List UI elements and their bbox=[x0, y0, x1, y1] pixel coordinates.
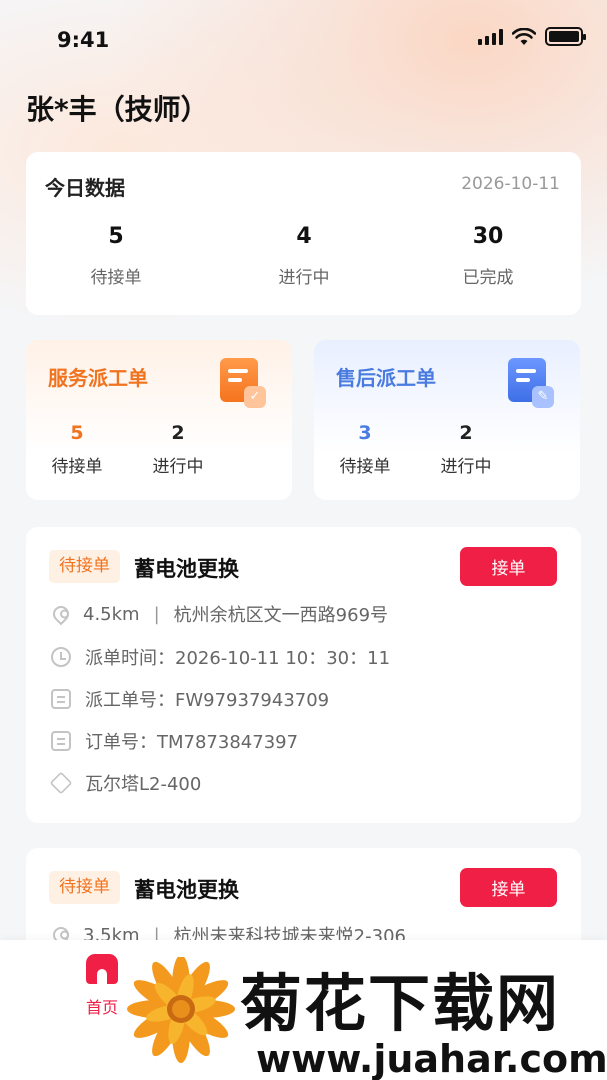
after-sales-dispatch-title: 售后派工单 bbox=[336, 366, 436, 390]
after-sales-in-progress[interactable]: 2 进行中 bbox=[421, 422, 511, 477]
status-bar: 9:41 bbox=[0, 0, 607, 80]
after-sales-pending-label: 待接单 bbox=[339, 457, 391, 477]
separator: | bbox=[153, 603, 160, 625]
stat-value: 4 bbox=[296, 224, 312, 249]
order-product-row: 瓦尔塔L2-400 bbox=[49, 770, 202, 796]
stat-value: 5 bbox=[108, 224, 124, 249]
watermark: 菊花下载网 www.juahar.com bbox=[120, 945, 607, 1080]
after-sales-in-progress-label: 进行中 bbox=[440, 457, 492, 477]
stat-value: 30 bbox=[472, 224, 504, 249]
order-dispatch-time: 派单时间：2026-10-11 10：30：11 bbox=[85, 648, 391, 669]
signal-icon bbox=[478, 28, 503, 45]
status-icons bbox=[478, 27, 586, 46]
wifi-icon bbox=[512, 27, 536, 45]
service-in-progress[interactable]: 2 进行中 bbox=[133, 422, 223, 477]
order-address: 杭州余杭区文一西路969号 bbox=[173, 605, 389, 626]
after-sales-pending-value: 3 bbox=[358, 422, 372, 444]
order-service-name: 蓄电池更换 bbox=[134, 557, 239, 581]
status-time: 9:41 bbox=[57, 28, 110, 52]
after-sales-pending[interactable]: 3 待接单 bbox=[320, 422, 410, 477]
package-icon bbox=[49, 771, 73, 795]
order-card[interactable]: 待接单 蓄电池更换 接单 4.5km | 杭州余杭区文一西路969号 派单时间：… bbox=[26, 527, 581, 823]
service-in-progress-value: 2 bbox=[171, 422, 185, 444]
order-service-name: 蓄电池更换 bbox=[134, 878, 239, 902]
stat-label: 已完成 bbox=[462, 268, 514, 288]
order-number-row: 订单号：TM7873847397 bbox=[51, 728, 298, 754]
watermark-url: www.juahar.com bbox=[256, 1037, 607, 1080]
order-time-row: 派单时间：2026-10-11 10：30：11 bbox=[51, 644, 390, 670]
stat-label: 待接单 bbox=[90, 268, 142, 288]
battery-icon bbox=[545, 27, 586, 46]
after-sales-order-icon: ✎ bbox=[508, 358, 554, 408]
today-date: 2026-10-11 bbox=[461, 174, 560, 194]
location-pin-icon bbox=[49, 602, 73, 626]
stat-in-progress[interactable]: 4 进行中 bbox=[214, 224, 394, 288]
technician-name: 张*丰（技师） bbox=[26, 93, 209, 126]
document-icon bbox=[51, 689, 71, 709]
order-status-tag: 待接单 bbox=[49, 871, 120, 904]
after-sales-dispatch-card[interactable]: 售后派工单 ✎ 3 待接单 2 进行中 bbox=[314, 340, 580, 500]
service-in-progress-label: 进行中 bbox=[152, 457, 204, 477]
after-sales-in-progress-value: 2 bbox=[459, 422, 473, 444]
stat-completed[interactable]: 30 已完成 bbox=[398, 224, 578, 288]
clock-icon bbox=[51, 647, 71, 667]
order-order-no: 订单号：TM7873847397 bbox=[85, 732, 299, 753]
order-work-number-row: 派工单号：FW97937943709 bbox=[51, 686, 329, 712]
accept-order-button[interactable]: 接单 bbox=[460, 547, 557, 586]
service-pending-value: 5 bbox=[70, 422, 84, 444]
tab-home-label: 首页 bbox=[85, 998, 118, 1017]
stat-label: 进行中 bbox=[278, 268, 330, 288]
flower-logo-icon bbox=[127, 957, 235, 1063]
service-dispatch-title: 服务派工单 bbox=[48, 366, 148, 390]
home-icon bbox=[85, 954, 119, 984]
service-pending[interactable]: 5 待接单 bbox=[32, 422, 122, 477]
order-location-row: 4.5km | 杭州余杭区文一西路969号 bbox=[49, 601, 389, 627]
service-pending-label: 待接单 bbox=[51, 457, 103, 477]
today-data-card: 今日数据 2026-10-11 5 待接单 4 进行中 30 已完成 bbox=[26, 152, 581, 315]
service-dispatch-card[interactable]: 服务派工单 ✓ 5 待接单 2 进行中 bbox=[26, 340, 292, 500]
stat-pending[interactable]: 5 待接单 bbox=[26, 224, 206, 288]
today-title: 今日数据 bbox=[45, 176, 125, 200]
tab-home[interactable]: 首页 bbox=[80, 954, 124, 1018]
order-product: 瓦尔塔L2-400 bbox=[85, 774, 202, 795]
accept-order-button[interactable]: 接单 bbox=[460, 868, 557, 907]
order-work-order-no: 派工单号：FW97937943709 bbox=[85, 690, 330, 711]
document-icon bbox=[51, 731, 71, 751]
service-order-icon: ✓ bbox=[220, 358, 266, 408]
order-distance: 4.5km bbox=[83, 603, 140, 625]
order-status-tag: 待接单 bbox=[49, 550, 120, 583]
watermark-title: 菊花下载网 bbox=[240, 967, 561, 1040]
